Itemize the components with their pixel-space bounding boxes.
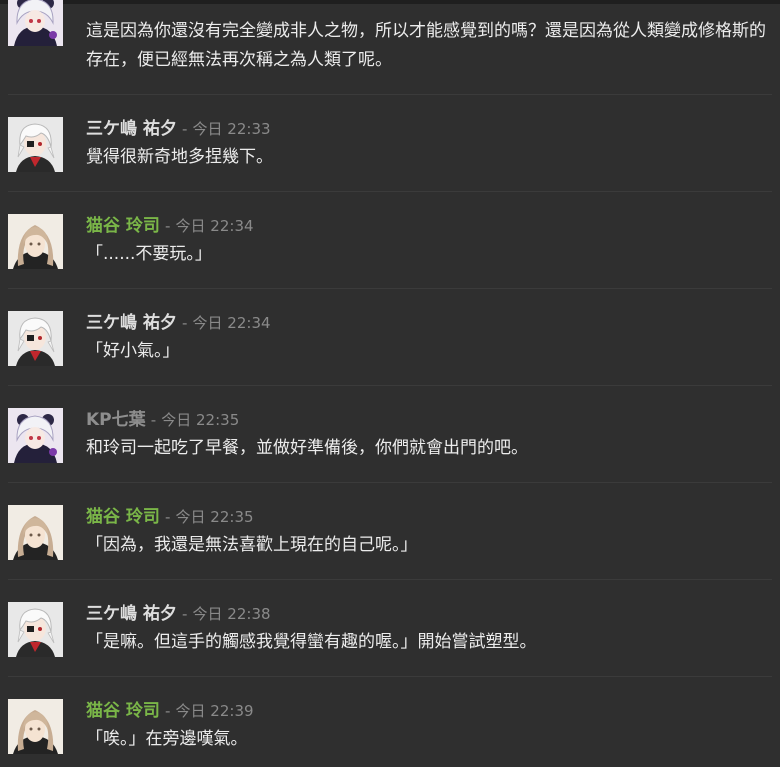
- message-body: 「因為，我還是無法喜歡上現在的自己呢。」: [86, 535, 418, 555]
- message-header: 猫谷 玲司 - 今日 22:35: [86, 506, 254, 528]
- message-header: 三ケ嶋 祐夕 - 今日 22:34: [86, 312, 271, 334]
- window-top-edge: [0, 0, 780, 4]
- message-divider: [8, 385, 772, 386]
- message-body: 「好小氣。」: [86, 341, 180, 361]
- header-separator: -: [182, 605, 188, 623]
- avatar[interactable]: [8, 214, 63, 269]
- message-body: 「唉。」在旁邊嘆氣。: [86, 729, 248, 749]
- timestamp[interactable]: 今日 22:35: [161, 411, 239, 429]
- avatar[interactable]: [8, 408, 63, 463]
- message-body: 覺得很新奇地多捏幾下。: [86, 147, 273, 167]
- message-divider: [8, 482, 772, 483]
- timestamp[interactable]: 今日 22:39: [176, 702, 254, 720]
- message-body: 「......不要玩。」: [86, 244, 212, 264]
- avatar[interactable]: [8, 699, 63, 754]
- author-name[interactable]: KP七葉: [86, 410, 146, 430]
- timestamp[interactable]: 今日 22:34: [176, 217, 254, 235]
- timestamp[interactable]: 今日 22:35: [176, 508, 254, 526]
- avatar[interactable]: [8, 117, 63, 172]
- message-header: 三ケ嶋 祐夕 - 今日 22:33: [86, 118, 271, 140]
- header-separator: -: [165, 508, 171, 526]
- avatar[interactable]: [8, 505, 63, 560]
- message-body: 和玲司一起吃了早餐，並做好準備後，你們就會出門的吧。: [86, 438, 528, 458]
- message-header: 猫谷 玲司 - 今日 22:34: [86, 215, 254, 237]
- message-header: 三ケ嶋 祐夕 - 今日 22:38: [86, 603, 271, 625]
- avatar[interactable]: [8, 602, 63, 657]
- message-divider: [8, 579, 772, 580]
- timestamp[interactable]: 今日 22:33: [193, 120, 271, 138]
- message-divider: [8, 676, 772, 677]
- author-name[interactable]: 猫谷 玲司: [86, 216, 160, 236]
- header-separator: -: [182, 314, 188, 332]
- timestamp[interactable]: 今日 22:34: [193, 314, 271, 332]
- message-body: 這是因為你還沒有完全變成非人之物，所以才能感覺到的嗎？還是因為從人類變成修格斯的…: [86, 21, 766, 70]
- message-divider: [8, 94, 772, 95]
- author-name[interactable]: 猫谷 玲司: [86, 701, 160, 721]
- message-divider: [8, 191, 772, 192]
- header-separator: -: [165, 702, 171, 720]
- header-separator: -: [182, 120, 188, 138]
- author-name[interactable]: 三ケ嶋 祐夕: [86, 119, 177, 139]
- author-name[interactable]: 三ケ嶋 祐夕: [86, 604, 177, 624]
- avatar[interactable]: [8, 311, 63, 366]
- message-divider: [8, 288, 772, 289]
- author-name[interactable]: 三ケ嶋 祐夕: [86, 313, 177, 333]
- header-separator: -: [150, 411, 157, 429]
- author-name[interactable]: 猫谷 玲司: [86, 507, 160, 527]
- message-header: KP七葉 - 今日 22:35: [86, 409, 239, 431]
- timestamp[interactable]: 今日 22:38: [193, 605, 271, 623]
- avatar[interactable]: [8, 0, 63, 46]
- header-separator: -: [165, 217, 171, 235]
- message-header: 猫谷 玲司 - 今日 22:39: [86, 700, 254, 722]
- message-body: 「是嘛。但這手的觸感我覺得蠻有趣的喔。」開始嘗試塑型。: [86, 632, 537, 652]
